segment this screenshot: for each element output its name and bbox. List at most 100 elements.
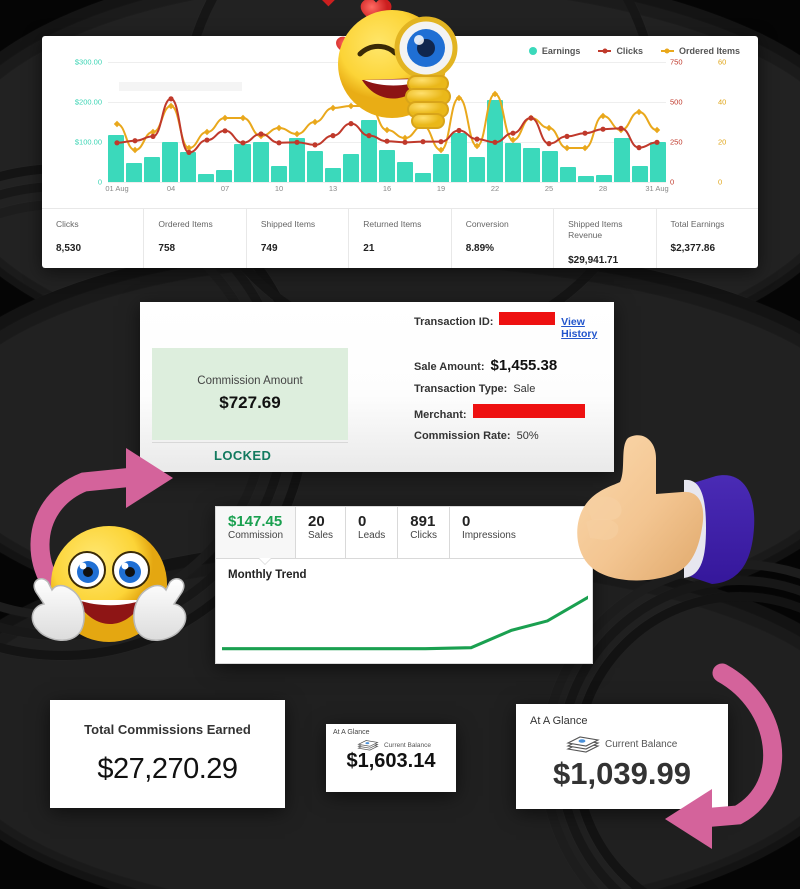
stat-label: Shipped Items Revenue — [568, 219, 623, 241]
chart-marker — [600, 126, 606, 132]
chart-marker — [402, 139, 408, 145]
kpi-label: Impressions — [461, 530, 516, 542]
y-axis-earnings: 0 $100.00 $200.00 $300.00 — [56, 58, 104, 187]
chart-marker — [545, 124, 553, 132]
locked-status-badge: LOCKED — [214, 448, 272, 463]
stat-value: 758 — [158, 243, 176, 255]
commission-amount-label: Commission Amount — [197, 375, 303, 387]
kpi-impressions[interactable]: 0 Impressions — [450, 507, 528, 558]
chart-marker — [221, 114, 229, 122]
kpi-selected-caret-icon — [258, 558, 272, 565]
stat-value: 749 — [260, 243, 278, 255]
chart-marker — [383, 126, 391, 134]
kpi-value: 20 — [308, 513, 325, 530]
kpi-value: $147.45 — [228, 513, 283, 530]
chart-marker — [186, 149, 192, 155]
divider — [152, 442, 348, 443]
kpi-label: Sales — [308, 530, 334, 542]
kpi-label: Clicks — [410, 530, 437, 542]
chart-marker — [419, 122, 427, 130]
chart-marker — [293, 130, 301, 138]
chart-marker — [618, 125, 624, 131]
chart-line — [117, 99, 657, 153]
stat-value: 21 — [363, 243, 375, 255]
stats-table: Clicks 8,530 Ordered Items 758 Shipped Items… — [42, 208, 758, 268]
axis-tick-label: $200.00 — [74, 97, 102, 107]
commission-amount-box: Commission Amount $727.69 — [152, 348, 348, 440]
sale-amount-value: $1,455.38 — [490, 357, 558, 374]
chart-marker — [258, 131, 264, 137]
current-balance-row: Current Balance — [566, 733, 714, 755]
axis-tick-label: 40 — [718, 97, 727, 107]
chart-marker — [239, 114, 247, 122]
x-axis-tick-label: 31 Aug — [645, 184, 669, 193]
legend-item-ordered-items[interactable]: Ordered Items — [660, 46, 740, 56]
chart-plot-area — [108, 62, 666, 183]
transaction-type-row: Transaction Type: Sale — [414, 383, 606, 395]
merchant-redaction — [472, 404, 585, 418]
stat-cell: Shipped Items 749 — [247, 209, 350, 268]
chart-marker — [636, 145, 642, 151]
transaction-details: Transaction ID: View History Sale Amount… — [414, 312, 606, 451]
stat-label: Shipped Items — [260, 219, 316, 229]
x-axis-tick-label: 01 Aug — [105, 184, 129, 193]
stat-cell: Clicks 8,530 — [42, 209, 145, 268]
chart-marker — [114, 140, 120, 146]
monthly-trend-card: $147.45 Commission 20 Sales 0 Leads 891 Clicks 0… — [215, 506, 593, 664]
analytics-card: Earnings Clicks Ordered Items 0 $100.00 $2… — [42, 36, 758, 268]
legend-item-clicks[interactable]: Clicks — [598, 46, 643, 56]
chart-marker — [347, 102, 355, 110]
transaction-id-redaction — [499, 312, 556, 325]
x-axis-tick-label: 07 — [220, 184, 230, 193]
stat-label: Total Earnings — [670, 219, 725, 229]
chart-marker — [546, 141, 552, 147]
chart-marker — [654, 139, 660, 145]
transaction-id-row: Transaction ID: View History — [414, 312, 606, 340]
transaction-id-label: Transaction ID: — [414, 316, 494, 328]
total-commissions-value: $27,270.29 — [97, 753, 238, 785]
x-axis-tick-label: 13 — [328, 184, 338, 193]
legend-label: Earnings — [541, 46, 581, 56]
chart-marker — [420, 139, 426, 145]
chart-marker — [275, 124, 283, 132]
total-commissions-label: Total Commissions Earned — [84, 722, 251, 737]
x-axis-tick-label: 04 — [166, 184, 176, 193]
kpi-leads[interactable]: 0 Leads — [346, 507, 399, 558]
at-a-glance-card-large: At A Glance Current Balance $1,039.99 — [516, 704, 728, 809]
transaction-type-value: Sale — [513, 383, 536, 395]
current-balance-amount: $1,603.14 — [346, 750, 436, 772]
x-axis-tick-label: 19 — [436, 184, 446, 193]
chart-marker — [131, 146, 139, 154]
x-axis-tick-label: 16 — [382, 184, 392, 193]
stat-label: Returned Items — [363, 219, 422, 229]
view-history-link[interactable]: View History — [561, 316, 606, 340]
stat-cell: Returned Items 21 — [349, 209, 452, 268]
kpi-value: 0 — [358, 513, 367, 530]
trend-title: Monthly Trend — [228, 569, 307, 581]
kpi-clicks[interactable]: 891 Clicks — [398, 507, 450, 558]
at-a-glance-title: At A Glance — [333, 729, 370, 736]
kpi-commission[interactable]: $147.45 Commission — [216, 507, 297, 558]
legend-item-earnings[interactable]: Earnings — [528, 46, 581, 56]
commission-rate-label: Commission Rate: — [414, 430, 511, 442]
legend-label: Clicks — [616, 46, 643, 56]
chart-marker — [384, 138, 390, 144]
x-axis-tick-label: 28 — [598, 184, 608, 193]
chart-marker — [510, 130, 516, 136]
x-axis-tick-label: 22 — [490, 184, 500, 193]
kpi-label: Commission — [228, 530, 284, 542]
total-commissions-card: Total Commissions Earned $27,270.29 — [50, 700, 285, 808]
axis-tick-label: 250 — [670, 137, 683, 147]
transaction-type-label: Transaction Type: — [414, 383, 508, 395]
commission-rate-row: Commission Rate: 50% — [414, 430, 606, 442]
chart-marker — [150, 133, 156, 139]
kpi-sales[interactable]: 20 Sales — [296, 507, 347, 558]
kpi-value: 891 — [410, 513, 436, 530]
earnings-chart: 0 $100.00 $200.00 $300.00 0 250 500 750 0 20 40 6… — [56, 58, 744, 204]
at-a-glance-card-small: At A Glance Current Balance $1,603.14 — [326, 724, 456, 792]
chart-legend: Earnings Clicks Ordered Items — [528, 46, 740, 56]
chart-marker — [329, 104, 337, 112]
stat-value: $2,377.86 — [670, 243, 716, 255]
stat-label: Conversion — [465, 219, 509, 229]
chart-marker — [564, 133, 570, 139]
